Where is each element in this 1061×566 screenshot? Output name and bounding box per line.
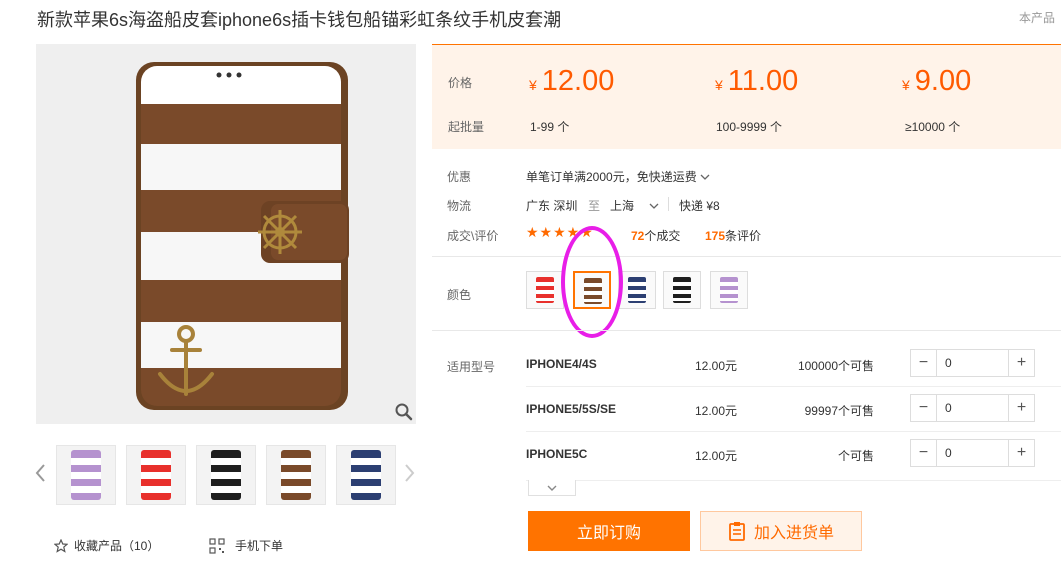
swatch-image: [720, 277, 738, 303]
favorite-button[interactable]: 收藏产品（10）: [54, 537, 159, 554]
qty-tier-2: 100-9999 个: [716, 120, 783, 134]
model-name: IPHONE5C: [526, 447, 588, 461]
thumbnail-red[interactable]: [126, 445, 186, 505]
decrement-button[interactable]: −: [911, 350, 937, 376]
increment-button[interactable]: +: [1008, 395, 1034, 421]
chevron-down-icon: [547, 485, 557, 491]
deals-label: 成交\评价: [447, 229, 499, 243]
price-tier-2: ¥11.00: [715, 65, 799, 97]
add-to-cart-button[interactable]: 加入进货单: [700, 511, 862, 551]
highlight-circle: [561, 226, 623, 338]
side-note[interactable]: 本产品: [1019, 9, 1055, 26]
qr-code-icon: [209, 537, 225, 554]
origin-text: 广东 深圳: [526, 199, 578, 213]
quantity-input[interactable]: 0: [937, 440, 952, 466]
divider: [668, 197, 669, 211]
quantity-stepper[interactable]: − 0 +: [910, 439, 1035, 467]
price-tier-3: ¥9.00: [902, 65, 972, 97]
deals-count[interactable]: 72个成交: [631, 227, 680, 244]
thumbnail-image: [211, 450, 241, 500]
color-swatch-black[interactable]: [663, 271, 701, 309]
model-stock: 99997个可售: [804, 404, 874, 418]
promo-text: 单笔订单满2000元，免快递运费: [526, 170, 697, 184]
destination-text: 上海: [610, 199, 635, 213]
shipping-fee: 快递 ¥8: [679, 199, 720, 213]
reviews-count[interactable]: 175条评价: [705, 227, 761, 244]
thumbnail-black[interactable]: [196, 445, 256, 505]
model-label: 适用型号: [447, 360, 496, 374]
zoom-icon[interactable]: [394, 402, 414, 422]
chevron-down-icon: [649, 203, 659, 209]
row-divider: [526, 386, 1061, 387]
swatch-image: [628, 277, 646, 303]
favorite-label: 收藏产品（10）: [74, 539, 160, 553]
thumbnail-image: [351, 450, 381, 500]
quantity-input[interactable]: 0: [937, 395, 952, 421]
thumbnail-brown[interactable]: [266, 445, 326, 505]
price-label: 价格: [448, 76, 473, 90]
promo-dropdown[interactable]: 单笔订单满2000元，免快递运费: [526, 168, 710, 185]
model-stock: 100000个可售: [797, 359, 874, 373]
clipboard-icon: [729, 522, 745, 541]
qty-tier-1: 1-99 个: [530, 120, 570, 134]
star-outline-icon: [54, 538, 68, 553]
thumb-next-icon[interactable]: [402, 462, 416, 484]
thumbnail-navy[interactable]: [336, 445, 396, 505]
price-panel: 价格 起批量 ¥12.00 ¥11.00 ¥9.00 1-99 个 100-99…: [432, 44, 1061, 149]
price-tier-1: ¥12.00: [529, 65, 615, 97]
quantity-stepper[interactable]: − 0 +: [910, 394, 1035, 422]
model-price: 12.00元: [695, 359, 738, 373]
expand-models-button[interactable]: [528, 480, 576, 496]
main-product-image[interactable]: [36, 44, 416, 424]
mobile-order-label: 手机下单: [235, 539, 284, 553]
thumbnail-image: [71, 450, 101, 500]
row-divider: [526, 480, 1061, 481]
model-name: IPHONE4/4S: [526, 357, 597, 371]
row-divider: [526, 431, 1061, 432]
increment-button[interactable]: +: [1008, 440, 1034, 466]
color-swatch-red[interactable]: [526, 271, 564, 309]
thumbnail-image: [281, 450, 311, 500]
color-label: 颜色: [447, 288, 472, 302]
thumb-prev-icon[interactable]: [34, 462, 48, 484]
add-to-cart-label: 加入进货单: [753, 525, 834, 542]
promo-label: 优惠: [447, 170, 472, 184]
model-price: 12.00元: [695, 404, 738, 418]
destination-select[interactable]: 上海: [610, 197, 659, 214]
phone-case-illustration: [136, 62, 349, 410]
to-text: 至: [588, 199, 601, 213]
thumbnail-purple[interactable]: [56, 445, 116, 505]
thumbnail-image: [141, 450, 171, 500]
mobile-order-button[interactable]: 手机下单: [209, 537, 283, 554]
decrement-button[interactable]: −: [911, 395, 937, 421]
order-now-button[interactable]: 立即订购: [528, 511, 690, 551]
color-swatch-navy[interactable]: [618, 271, 656, 309]
model-name: IPHONE5/5S/SE: [526, 402, 617, 416]
product-title: 新款苹果6s海盗船皮套iphone6s插卡钱包船锚彩虹条纹手机皮套潮: [37, 10, 562, 30]
moq-label: 起批量: [448, 120, 485, 134]
swatch-image: [673, 277, 691, 303]
logistics-label: 物流: [447, 199, 472, 213]
quantity-input[interactable]: 0: [937, 350, 952, 376]
model-price: 12.00元: [695, 449, 738, 463]
chevron-down-icon: [700, 174, 710, 180]
increment-button[interactable]: +: [1008, 350, 1034, 376]
section-divider: [432, 330, 1061, 331]
section-divider: [432, 256, 1061, 257]
decrement-button[interactable]: −: [911, 440, 937, 466]
color-swatch-purple[interactable]: [710, 271, 748, 309]
quantity-stepper[interactable]: − 0 +: [910, 349, 1035, 377]
model-stock: 个可售: [837, 449, 874, 463]
qty-tier-3: ≥10000 个: [905, 120, 961, 134]
swatch-image: [536, 277, 554, 303]
